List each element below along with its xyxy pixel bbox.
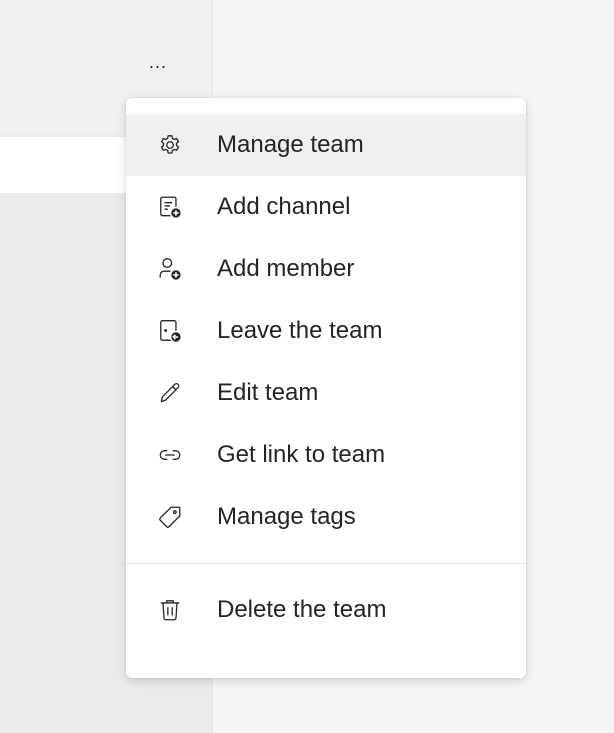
menu-item-get-link[interactable]: Get link to team	[126, 424, 526, 486]
menu-item-label: Get link to team	[217, 441, 386, 468]
menu-item-label: Delete the team	[217, 596, 387, 623]
menu-item-leave-team[interactable]: Leave the team	[126, 300, 526, 362]
team-context-menu: Manage team Add channel Add member Leave…	[126, 98, 526, 678]
more-options-button[interactable]: ...	[140, 50, 176, 74]
menu-item-label: Manage tags	[217, 503, 356, 530]
link-icon	[156, 441, 184, 469]
leave-team-icon	[156, 317, 184, 345]
trash-icon	[156, 596, 184, 624]
menu-item-label: Edit team	[217, 379, 319, 406]
add-member-icon	[156, 255, 184, 283]
menu-item-label: Add member	[217, 255, 355, 282]
menu-item-manage-tags[interactable]: Manage tags	[126, 486, 526, 548]
menu-item-label: Add channel	[217, 193, 351, 220]
menu-item-label: Leave the team	[217, 317, 383, 344]
menu-item-add-channel[interactable]: Add channel	[126, 176, 526, 238]
gear-icon	[156, 131, 184, 159]
menu-item-edit-team[interactable]: Edit team	[126, 362, 526, 424]
menu-item-label: Manage team	[217, 131, 364, 158]
menu-divider	[126, 563, 526, 564]
tag-icon	[156, 503, 184, 531]
pencil-icon	[156, 379, 184, 407]
menu-item-add-member[interactable]: Add member	[126, 238, 526, 300]
menu-item-manage-team[interactable]: Manage team	[126, 114, 526, 176]
menu-item-delete-team[interactable]: Delete the team	[126, 579, 526, 641]
add-channel-icon	[156, 193, 184, 221]
